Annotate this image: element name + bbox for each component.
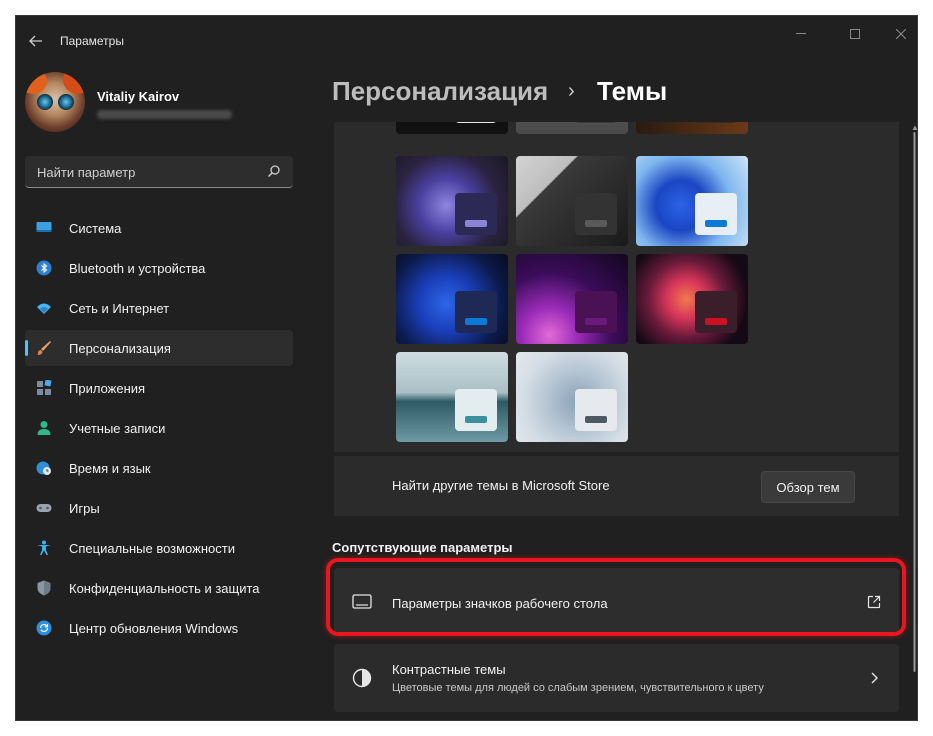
maximize-button[interactable]: [840, 22, 870, 46]
sidebar-item-network[interactable]: Сеть и Интернет: [25, 290, 293, 326]
bluetooth-icon: [36, 260, 52, 276]
user-email-blurred: [97, 110, 232, 119]
theme-tile-partial[interactable]: [636, 122, 748, 134]
desktop-icon: [352, 594, 372, 609]
close-icon: [896, 29, 906, 39]
contrast-themes-description: Цветовые темы для людей со слабым зрение…: [392, 682, 764, 694]
sidebar-item-time-language[interactable]: Время и язык: [25, 450, 293, 486]
theme-tile-windows-dark-bloom[interactable]: [396, 156, 508, 246]
theme-tile-partial[interactable]: [396, 122, 508, 134]
sidebar-item-accounts[interactable]: Учетные записи: [25, 410, 293, 446]
active-indicator: [25, 340, 28, 356]
theme-tile-windows-dark-blue[interactable]: [396, 254, 508, 344]
sidebar-item-accessibility[interactable]: Специальные возможности: [25, 530, 293, 566]
sidebar-item-windows-update[interactable]: Центр обновления Windows: [25, 610, 293, 646]
theme-tile-flow[interactable]: [516, 352, 628, 442]
chevron-right-icon[interactable]: [867, 671, 881, 685]
scrollbar[interactable]: [913, 122, 916, 682]
sidebar-item-bluetooth[interactable]: Bluetooth и устройства: [25, 250, 293, 286]
contrast-themes-title: Контрастные темы: [392, 662, 506, 677]
sidebar-item-label: Персонализация: [69, 341, 171, 356]
sidebar-item-label: Bluetooth и устройства: [69, 261, 206, 276]
app-title: Параметры: [60, 34, 124, 48]
back-button[interactable]: [22, 28, 50, 54]
apps-icon: [37, 380, 52, 395]
wifi-icon: [37, 303, 51, 314]
breadcrumb-separator: ›: [568, 80, 575, 102]
shield-icon: [37, 580, 51, 596]
sidebar-item-gaming[interactable]: Игры: [25, 490, 293, 526]
desktop-icon-settings-card[interactable]: Параметры значков рабочего стола: [334, 568, 899, 636]
search-placeholder: Найти параметр: [37, 165, 136, 180]
themes-gallery: [334, 122, 899, 452]
sidebar-item-label: Специальные возможности: [69, 541, 235, 556]
person-icon: [37, 421, 51, 435]
theme-tile-captured-motion[interactable]: [636, 254, 748, 344]
theme-tile-windows-light-bloom[interactable]: [636, 156, 748, 246]
sidebar-item-personalization[interactable]: Персонализация: [25, 330, 293, 366]
back-arrow-icon: [29, 35, 42, 47]
breadcrumb-parent[interactable]: Персонализация: [332, 76, 548, 106]
store-themes-row: Найти другие темы в Microsoft Store Обзо…: [334, 456, 899, 516]
update-icon: [36, 620, 52, 636]
theme-accent-swatch: [705, 219, 727, 227]
theme-accent-swatch: [465, 219, 487, 227]
sidebar-item-privacy[interactable]: Конфиденциальность и защита: [25, 570, 293, 606]
browse-themes-button[interactable]: Обзор тем: [761, 471, 855, 503]
theme-tile-glow[interactable]: [516, 254, 628, 344]
store-themes-label: Найти другие темы в Microsoft Store: [392, 478, 610, 493]
sidebar-item-label: Время и язык: [69, 461, 151, 476]
user-name: Vitaliy Kairov: [97, 89, 180, 104]
close-button[interactable]: [886, 22, 916, 46]
maximize-icon: [850, 29, 860, 39]
breadcrumb: Персонализация: [332, 76, 548, 107]
sidebar-item-system[interactable]: Система: [25, 210, 293, 246]
minimize-icon: [796, 33, 806, 34]
title-bar: Параметры: [16, 16, 917, 64]
theme-accent-swatch: [465, 317, 487, 325]
contrast-icon: [352, 668, 372, 688]
sidebar-item-label: Учетные записи: [69, 421, 166, 436]
theme-accent-swatch: [585, 219, 607, 227]
theme-tile-xbox[interactable]: [516, 156, 628, 246]
theme-accent-swatch: [585, 415, 607, 423]
theme-tile-sunrise[interactable]: [396, 352, 508, 442]
desktop-icon-settings-title: Параметры значков рабочего стола: [392, 596, 608, 611]
sidebar-nav: Система Bluetooth и устройства Сеть и Ин…: [25, 210, 293, 650]
accessibility-icon: [37, 540, 51, 555]
avatar[interactable]: [25, 72, 85, 132]
gamepad-icon: [36, 504, 52, 512]
search-input[interactable]: Найти параметр: [25, 156, 293, 188]
related-settings-title: Сопутствующие параметры: [332, 540, 513, 555]
brush-icon: [37, 341, 51, 355]
theme-accent-swatch: [585, 317, 607, 325]
sidebar-item-label: Центр обновления Windows: [69, 621, 239, 636]
theme-accent-swatch: [465, 415, 487, 423]
theme-accent-swatch: [705, 317, 727, 325]
sidebar-item-label: Приложения: [69, 381, 146, 396]
settings-window: Параметры Vitaliy Kairov Найти параметр …: [16, 16, 917, 720]
sidebar-item-label: Сеть и Интернет: [69, 301, 170, 316]
page-title: Темы: [597, 76, 668, 106]
sidebar-item-label: Система: [69, 221, 122, 236]
sidebar-item-label: Конфиденциальность и защита: [69, 581, 260, 596]
contrast-themes-card[interactable]: Контрастные темы Цветовые темы для людей…: [334, 644, 899, 712]
globe-clock-icon: [36, 461, 51, 475]
external-link-icon[interactable]: [867, 595, 881, 609]
minimize-button[interactable]: [786, 22, 816, 46]
sidebar-item-label: Игры: [69, 501, 100, 516]
monitor-icon: [36, 222, 52, 232]
search-icon[interactable]: [267, 164, 281, 178]
theme-tile-partial[interactable]: [516, 122, 628, 134]
sidebar-item-apps[interactable]: Приложения: [25, 370, 293, 406]
main-content: Найти другие темы в Microsoft Store Обзо…: [332, 122, 901, 720]
